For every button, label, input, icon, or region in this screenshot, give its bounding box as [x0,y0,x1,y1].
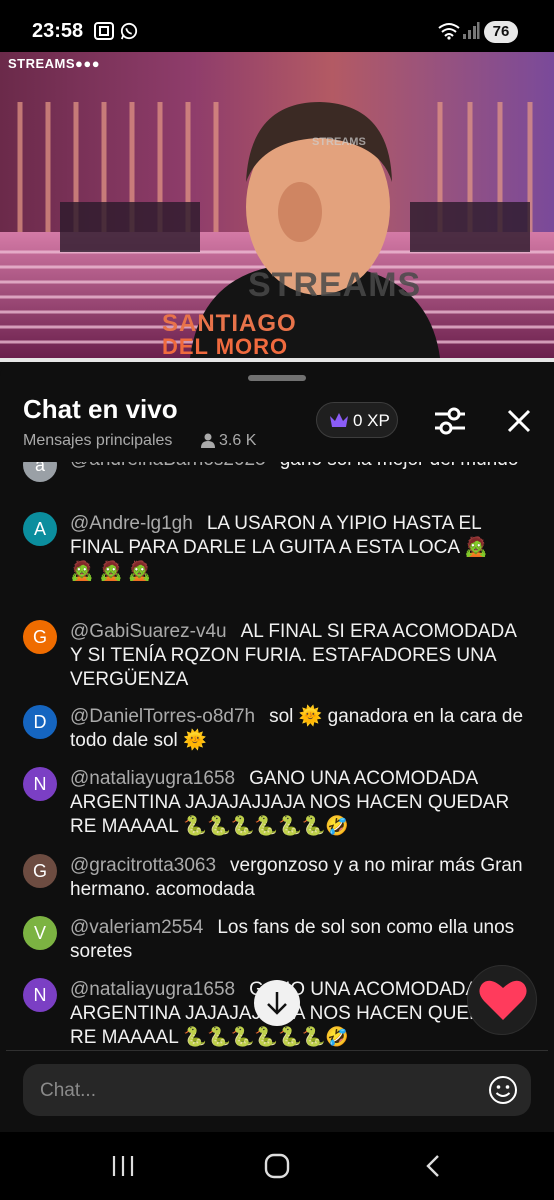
live-chat-panel: Chat en vivo Mensajes principales 3.6 K … [0,362,554,1132]
whatsapp-icon [120,22,138,40]
message-text: @valeriam2554 Los fans de sol son como el… [70,917,515,962]
zombie-emoji-icon: 🧟 [70,561,94,583]
message-author[interactable]: @nataliayugra1658 [70,979,235,1000]
avatar[interactable]: A [23,512,57,546]
crown-icon [330,413,348,427]
system-nav-bar [0,1132,554,1200]
rofl-emoji-icon: 🤣 [325,1027,349,1048]
status-time: 23:58 [32,20,84,42]
status-bar: 23:58 76 [0,0,554,52]
avatar[interactable]: V [23,916,57,950]
video-bg-text: STREAMS [312,136,366,148]
scroll-to-latest-button[interactable] [254,980,300,1026]
signal-icon [463,22,480,39]
message-author[interactable]: @DanielTorres-o8d7h [70,706,255,727]
reaction-button[interactable] [467,965,537,1035]
rofl-emoji-icon: 🤣 [325,816,349,837]
zombie-emoji-icon: 🧟 [98,561,123,583]
message-author[interactable]: @valeriam2554 [70,917,203,938]
chat-message-list[interactable]: a @andreinaBarrios2025gano sol la mejor … [0,462,554,1050]
arrow-down-icon [267,992,287,1015]
battery-indicator: 76 [484,21,518,43]
chat-title: Chat en vivo [23,394,178,424]
message-text: @Andre-lg1gh LA USARON A YIPIO HASTA EL F… [70,513,488,583]
message-text: @gracitrotta3063 vergonzoso y a no mirar … [70,855,523,900]
xp-button[interactable]: 0 XP [316,402,398,438]
message-author[interactable]: @gracitrotta3063 [70,855,216,876]
video-brand-overlay: STREAMS [248,266,422,304]
sun-emoji-icon: 🌞 [298,706,323,727]
avatar[interactable]: D [23,705,57,739]
avatar[interactable]: a [23,462,57,482]
message-author[interactable]: @nataliayugra1658 [70,768,235,789]
close-icon[interactable] [505,407,533,435]
home-icon[interactable] [263,1152,291,1180]
heart-icon [479,980,527,1020]
chat-input-placeholder: Chat... [40,1080,96,1101]
emoji-picker-icon[interactable] [488,1075,518,1105]
message-text: @nataliayugra1658GANO UNA ACOMODADA ARGE… [70,768,510,838]
settings-sliders-icon[interactable] [433,406,467,436]
message-author[interactable]: @andreinaBarrios2025 [70,462,266,470]
avatar[interactable]: N [23,767,57,801]
avatar[interactable]: G [23,854,57,888]
xp-label: 0 XP [353,411,390,430]
sun-emoji-icon: 🌞 [183,730,207,752]
message-text: @nataliayugra1658GANO UNA ACOMODADA ARGE… [70,979,510,1049]
snake-emoji-icon: 🐍🐍🐍🐍🐍🐍 [183,1027,326,1048]
drag-handle[interactable] [248,375,306,381]
avatar[interactable]: G [23,620,57,654]
message-text: @GabiSuarez-v4u AL FINAL SI ERA ACOMODADA… [70,621,516,690]
host-name-line2: DEL MORO [162,334,289,358]
divider [6,1050,548,1051]
message-author[interactable]: @GabiSuarez-v4u [70,621,227,642]
chat-input[interactable]: Chat... [23,1064,531,1116]
snake-emoji-icon: 🐍🐍🐍🐍🐍🐍 [183,816,326,837]
zombie-emoji-icon: 🧟 [127,561,152,583]
back-icon[interactable] [420,1152,448,1180]
zombie-emoji-icon: 🧟 [464,537,488,558]
wifi-icon [438,23,460,40]
viewers-icon [201,433,215,448]
viewer-count: 3.6 K [219,432,257,449]
recents-icon[interactable] [109,1152,137,1180]
screenshot-icon [94,22,114,40]
message-text: @andreinaBarrios2025gano sol la mejor de… [70,462,532,472]
chat-mode-selector[interactable]: Mensajes principales [23,432,172,450]
message-author[interactable]: @Andre-lg1gh [70,513,193,534]
avatar[interactable]: N [23,978,57,1012]
video-player[interactable]: STREAMS●●● STREAMS STREAMS SANTIAGO DEL … [0,52,554,358]
message-text: @DanielTorres-o8d7h sol 🌞 ganadora en la … [70,706,524,752]
channel-logo: STREAMS●●● [8,56,101,71]
